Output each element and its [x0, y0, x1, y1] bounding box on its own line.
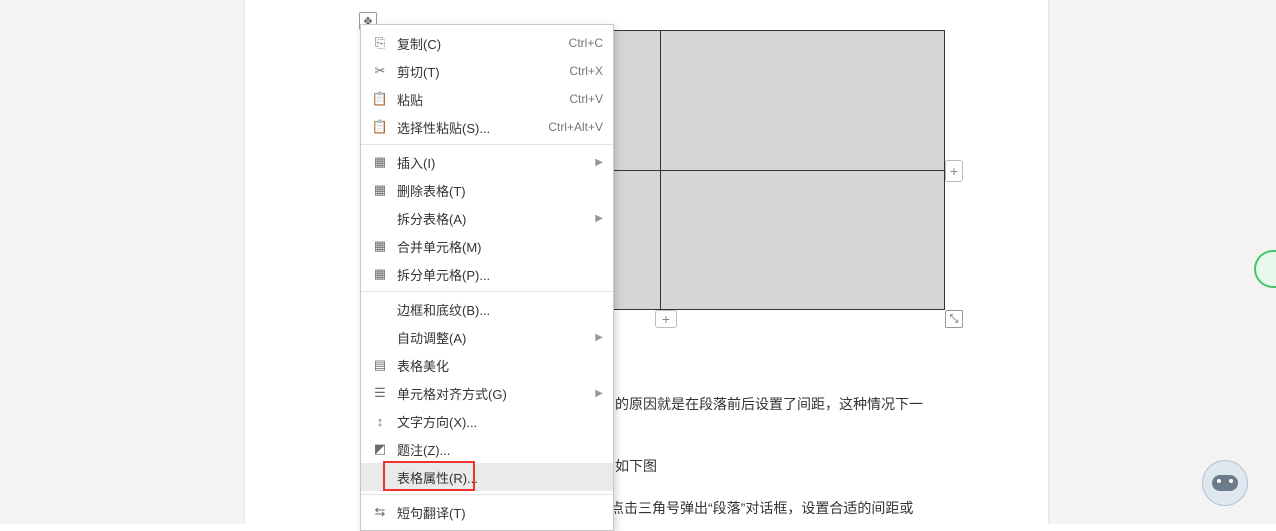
menu-item-label: 选择性粘贴(S)...: [389, 118, 540, 137]
table-resize-handle[interactable]: ⤡: [945, 310, 963, 328]
chevron-right-icon: ▶: [589, 388, 603, 399]
menu-separator: [361, 291, 613, 292]
table-cell[interactable]: [660, 170, 945, 310]
menu-caption[interactable]: ◩题注(Z)...: [361, 435, 613, 463]
copy-icon: ⎘: [371, 35, 389, 51]
merge-cells-icon: ▦: [371, 238, 389, 254]
menu-paste-special[interactable]: 📋选择性粘贴(S)...Ctrl+Alt+V: [361, 113, 613, 141]
menu-item-label: 表格属性(R)...: [389, 468, 603, 487]
menu-item-label: 自动调整(A): [389, 328, 589, 347]
body-text-line: 点击三角号弹出“段落”对话框，设置合适的间距或: [610, 498, 913, 518]
menu-translate[interactable]: ⇆短句翻译(T): [361, 498, 613, 526]
delete-table-icon: ▦: [371, 182, 389, 198]
menu-shortcut: Ctrl+C: [561, 36, 603, 50]
menu-item-label: 单元格对齐方式(G): [389, 384, 589, 403]
menu-separator: [361, 144, 613, 145]
split-cells-icon: ▦: [371, 266, 389, 282]
menu-cell-align[interactable]: ☰单元格对齐方式(G)▶: [361, 379, 613, 407]
align-icon: ☰: [371, 385, 389, 401]
table-context-menu[interactable]: ⎘复制(C)Ctrl+C✂剪切(T)Ctrl+X📋粘贴Ctrl+V📋选择性粘贴(…: [360, 24, 614, 531]
menu-insert[interactable]: ▦插入(I)▶: [361, 148, 613, 176]
paste-icon: 📋: [371, 91, 389, 107]
page-gutter-left: [0, 0, 245, 524]
menu-item-label: 边框和底纹(B)...: [389, 300, 603, 319]
table-add-column-button[interactable]: +: [945, 160, 963, 182]
plus-icon: +: [950, 163, 958, 179]
menu-shortcut: Ctrl+V: [561, 92, 603, 106]
menu-table-beautify[interactable]: ▤表格美化: [361, 351, 613, 379]
menu-autofit[interactable]: 自动调整(A)▶: [361, 323, 613, 351]
caption-icon: ◩: [371, 441, 389, 457]
menu-item-label: 剪切(T): [389, 62, 561, 81]
menu-merge-cells[interactable]: ▦合并单元格(M): [361, 232, 613, 260]
menu-item-label: 插入(I): [389, 153, 589, 172]
menu-item-label: 表格美化: [389, 356, 603, 375]
table-cell[interactable]: [660, 31, 945, 171]
menu-item-label: 拆分单元格(P)...: [389, 265, 603, 284]
menu-cut[interactable]: ✂剪切(T)Ctrl+X: [361, 57, 613, 85]
menu-delete-table[interactable]: ▦删除表格(T): [361, 176, 613, 204]
menu-item-label: 合并单元格(M): [389, 237, 603, 256]
menu-item-label: 短句翻译(T): [389, 503, 603, 522]
menu-split-cells[interactable]: ▦拆分单元格(P)...: [361, 260, 613, 288]
paste-special-icon: 📋: [371, 119, 389, 135]
page-gutter-right: [1048, 0, 1276, 524]
body-text-line: 如下图: [615, 456, 657, 476]
menu-shortcut: Ctrl+Alt+V: [540, 120, 603, 134]
menu-borders-shading[interactable]: 边框和底纹(B)...: [361, 295, 613, 323]
menu-separator: [361, 494, 613, 495]
menu-split-table[interactable]: 拆分表格(A)▶: [361, 204, 613, 232]
plus-icon: +: [662, 311, 670, 327]
menu-text-direction[interactable]: ↕文字方向(X)...: [361, 407, 613, 435]
menu-copy[interactable]: ⎘复制(C)Ctrl+C: [361, 29, 613, 57]
menu-item-label: 文字方向(X)...: [389, 412, 603, 431]
chevron-right-icon: ▶: [589, 213, 603, 224]
menu-paste[interactable]: 📋粘贴Ctrl+V: [361, 85, 613, 113]
insert-table-icon: ▦: [371, 154, 389, 170]
menu-table-properties[interactable]: 表格属性(R)...: [361, 463, 613, 491]
cut-icon: ✂: [371, 63, 389, 79]
menu-item-label: 拆分表格(A): [389, 209, 589, 228]
text-direction-icon: ↕: [371, 414, 389, 429]
menu-item-label: 删除表格(T): [389, 181, 603, 200]
menu-item-label: 复制(C): [389, 34, 561, 53]
resize-icon: ⤡: [950, 313, 959, 326]
menu-item-label: 题注(Z)...: [389, 440, 603, 459]
assistant-fab[interactable]: [1202, 460, 1248, 506]
beautify-icon: ▤: [371, 357, 389, 373]
menu-shortcut: Ctrl+X: [561, 64, 603, 78]
chevron-right-icon: ▶: [589, 332, 603, 343]
assistant-face-icon: [1212, 475, 1238, 491]
translate-icon: ⇆: [371, 504, 389, 520]
body-text-line: 的原因就是在段落前后设置了间距，这种情况下一: [615, 394, 923, 414]
menu-item-label: 粘贴: [389, 90, 561, 109]
chevron-right-icon: ▶: [589, 157, 603, 168]
table-add-row-button[interactable]: +: [655, 310, 677, 328]
